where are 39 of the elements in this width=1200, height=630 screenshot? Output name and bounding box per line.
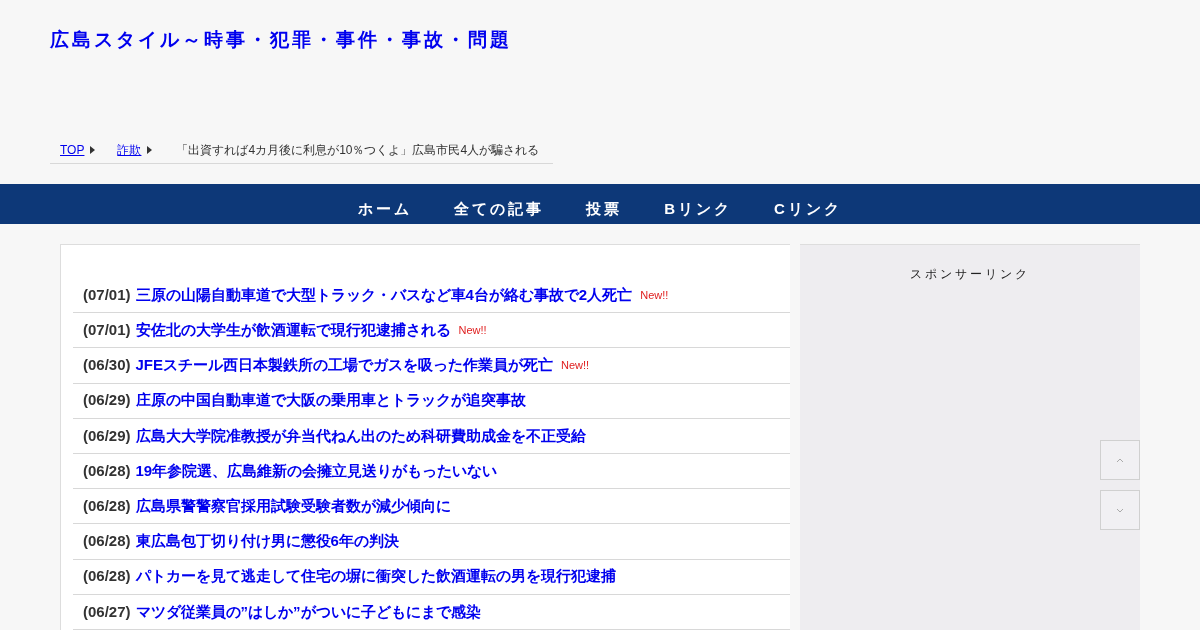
triangle-icon <box>90 145 96 154</box>
article-link[interactable]: マツダ従業員の”はしか”がついに子どもにまで感染 <box>135 600 481 624</box>
breadcrumb-link[interactable]: 詐欺 <box>117 140 142 159</box>
new-label: New!! <box>640 287 669 303</box>
nav-link[interactable]: Cリンク <box>774 197 842 220</box>
article-date: (06/28) <box>83 495 131 516</box>
article-link[interactable]: 東広島包丁切り付け男に懲役6年の判決 <box>135 530 399 553</box>
triangle-icon <box>147 145 153 154</box>
article-date: (06/29) <box>83 425 131 446</box>
article-date: (07/01) <box>83 284 131 305</box>
breadcrumb-link[interactable]: TOP <box>60 140 85 159</box>
article-date: (06/28) <box>83 566 131 587</box>
scroll-up-button[interactable] <box>1100 440 1140 480</box>
article-link[interactable]: 19年参院選、広島維新の会擁立見送りがもったいない <box>135 459 498 483</box>
article-link[interactable]: 安佐北の大学生が飲酒運転で現行犯逮捕される <box>135 319 451 342</box>
nav-link[interactable]: Bリンク <box>664 197 732 220</box>
breadcrumb-current: 「出資すれば4カ月後に利息が10％つくよ」広島市民4人が騙される <box>176 141 540 159</box>
sidebar-heading: スポンサーリンク <box>910 266 1030 283</box>
nav-link[interactable]: ホーム <box>358 197 413 220</box>
article-date: (06/27) <box>83 601 131 622</box>
article-link[interactable]: JFEスチール西日本製鉄所の工場でガスを吸った作業員が死亡 <box>135 354 554 377</box>
chevron-up-icon <box>1116 457 1124 463</box>
article-date: (07/01) <box>83 320 131 341</box>
scroll-down-button[interactable] <box>1100 490 1140 530</box>
article-date: (06/28) <box>83 460 131 481</box>
site-title[interactable]: 広島スタイル～時事・犯罪・事件・事故・問題 <box>50 30 1200 49</box>
article-date: (06/29) <box>83 390 131 411</box>
article-link[interactable]: 広島県警警察官採用試験受験者数が減少傾向に <box>135 494 451 518</box>
nav-link[interactable]: 全ての記事 <box>454 197 545 220</box>
article-date: (06/30) <box>83 355 131 376</box>
article-link[interactable]: 庄原の中国自動車道で大阪の乗用車とトラックが追突事故 <box>135 389 526 412</box>
chevron-down-icon <box>1116 507 1124 513</box>
article-link[interactable]: 広島大大学院准教授が弁当代ねん出のため科研費助成金を不正受給 <box>135 424 586 448</box>
article-link[interactable]: 三原の山陽自動車道で大型トラック・バスなど車4台が絡む事故で2人死亡 <box>135 283 633 307</box>
article-link[interactable]: パトカーを見て逃走して住宅の塀に衝突した飲酒運転の男を現行犯逮捕 <box>135 565 616 588</box>
new-label: New!! <box>458 323 487 339</box>
article-date: (06/28) <box>83 531 131 552</box>
nav-link[interactable]: 投票 <box>586 197 623 220</box>
new-label: New!! <box>561 358 590 374</box>
